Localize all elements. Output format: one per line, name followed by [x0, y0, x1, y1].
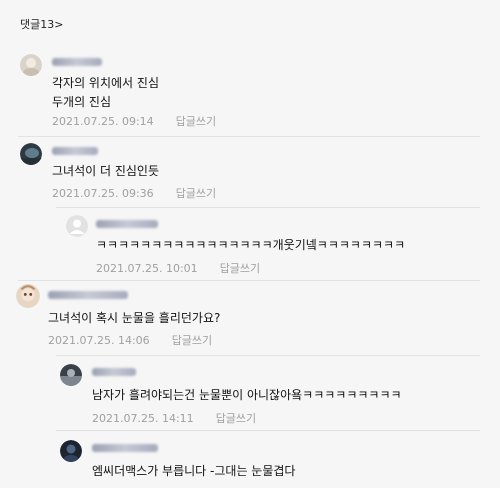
- reply-button[interactable]: 답글쓰기: [216, 412, 256, 425]
- default-avatar-icon[interactable]: [66, 215, 88, 237]
- comment-meta: 2021.07.25. 09:14 답글쓰기: [52, 113, 216, 129]
- comment-meta: 2021.07.25. 09:36 답글쓰기: [52, 185, 216, 201]
- comment-date: 2021.07.25. 10:01: [96, 262, 198, 275]
- divider: [56, 430, 480, 431]
- comment-text: ㅋㅋㅋㅋㅋㅋㅋㅋㅋㅋㅋㅋㅋㅋㅋㅋ개웃기넼ㅋㅋㅋㅋㅋㅋㅋㅋ: [96, 238, 406, 252]
- reply-button[interactable]: 답글쓰기: [176, 115, 216, 128]
- author-name-blurred[interactable]: [92, 368, 136, 376]
- divider: [18, 280, 480, 281]
- divider: [56, 355, 480, 356]
- reply-button[interactable]: 답글쓰기: [220, 262, 260, 275]
- reply-button[interactable]: 답글쓰기: [172, 334, 212, 347]
- comment-date: 2021.07.25. 09:36: [52, 187, 154, 200]
- profile-photo-icon[interactable]: [20, 54, 42, 76]
- comment-text: 그녀석이 혹시 눈물을 흘리던가요?: [48, 311, 221, 325]
- author-name-blurred[interactable]: [96, 220, 158, 228]
- reply-button[interactable]: 답글쓰기: [176, 187, 216, 200]
- comment-text: 남자가 흘려야되는건 눈물뿐이 아니잖아욬ㅋㅋㅋㅋㅋㅋㅋㅋㅋ: [92, 388, 402, 402]
- profile-photo-icon[interactable]: [20, 143, 42, 165]
- divider: [18, 136, 480, 137]
- comment-text: 두개의 진심: [52, 95, 112, 109]
- author-name-blurred[interactable]: [52, 147, 98, 155]
- comment-date: 2021.07.25. 14:11: [92, 412, 194, 425]
- author-name-blurred[interactable]: [48, 291, 128, 299]
- author-name-blurred[interactable]: [52, 58, 102, 66]
- comment-meta: 2021.07.25. 10:01 답글쓰기: [96, 260, 260, 276]
- comment-date: 2021.07.25. 14:06: [48, 334, 150, 347]
- profile-photo-icon[interactable]: [60, 364, 82, 386]
- profile-photo-icon[interactable]: [16, 284, 40, 308]
- author-name-blurred[interactable]: [92, 444, 158, 452]
- divider: [56, 207, 480, 208]
- comment-text: 엠씨더맥스가 부릅니다 -그대는 눈물겹다: [92, 464, 296, 478]
- comment-meta: 2021.07.25. 14:06 답글쓰기: [48, 332, 212, 348]
- comment-meta: 2021.07.25. 14:11 답글쓰기: [92, 410, 256, 426]
- comments-count-link[interactable]: 댓글13>: [20, 16, 63, 32]
- comment-text: 각자의 위치에서 진심: [52, 76, 159, 90]
- comment-date: 2021.07.25. 09:14: [52, 115, 154, 128]
- profile-photo-icon[interactable]: [60, 440, 82, 462]
- comment-text: 그녀석이 더 진심인듯: [52, 164, 159, 178]
